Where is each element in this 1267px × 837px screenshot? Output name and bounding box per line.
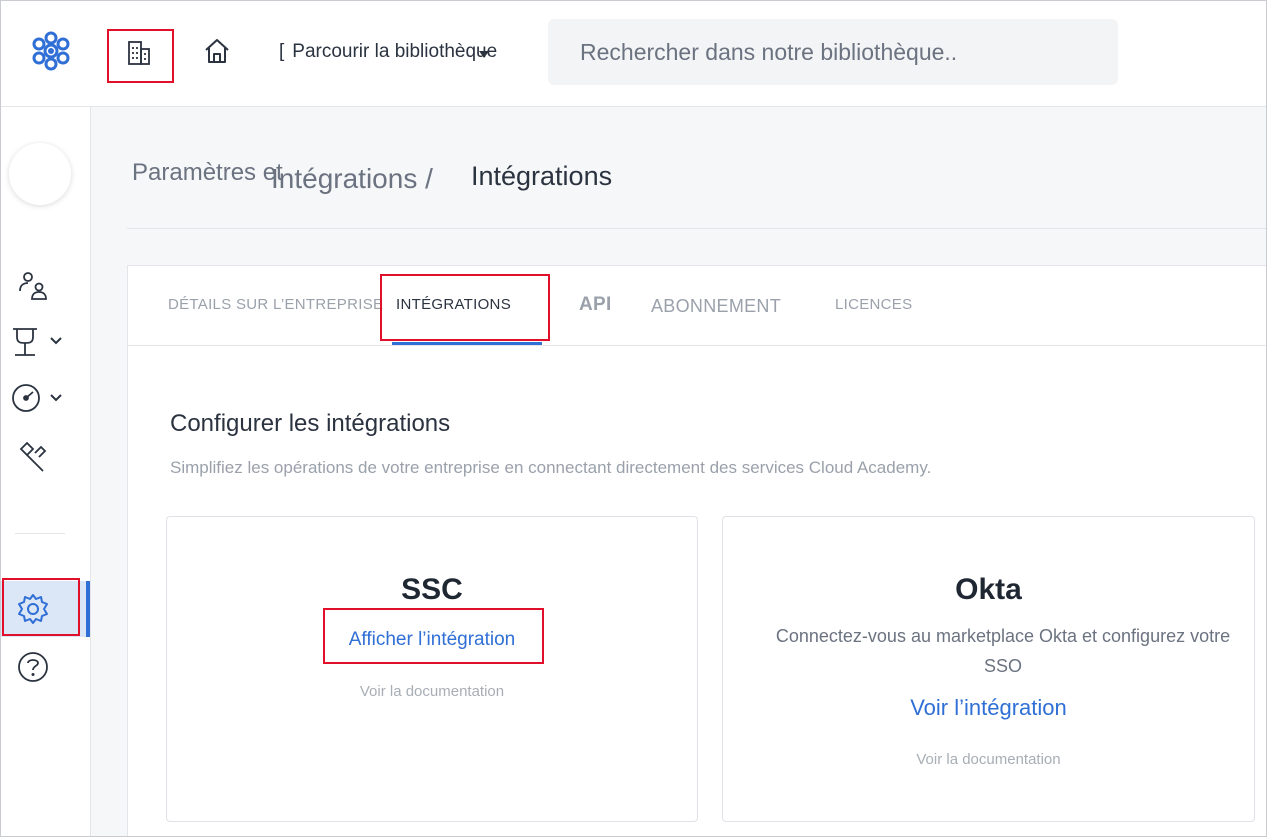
tab-api[interactable]: API (579, 294, 612, 316)
gear-icon[interactable] (17, 593, 49, 625)
chevron-down-icon (479, 51, 489, 58)
tab-company-details[interactable]: DÉTAILS SUR L’ENTREPRISE (168, 296, 383, 313)
avatar[interactable] (9, 143, 71, 205)
breadcrumb-parent[interactable]: Paramètres et (132, 159, 283, 187)
browse-library-menu[interactable]: [ Parcourir la bibliothèque (279, 41, 497, 63)
dashboard-menu[interactable] (11, 383, 63, 413)
bracket-glyph: [ (279, 41, 285, 62)
tab-integrations[interactable]: INTÉGRATIONS (396, 296, 511, 313)
section-title: Configurer les intégrations (170, 410, 451, 437)
tab-bar: DÉTAILS SUR L’ENTREPRISE INTÉGRATIONS AP… (128, 266, 1266, 346)
building-icon[interactable] (123, 37, 155, 69)
tab-subscription[interactable]: ABONNEMENT (651, 296, 781, 317)
active-tab-indicator (392, 342, 542, 345)
users-icon[interactable] (17, 269, 49, 301)
card-title-okta: Okta (955, 573, 1022, 606)
help-icon[interactable] (17, 651, 49, 683)
card-description-okta: Connectez-vous au marketplace Okta et co… (775, 626, 1231, 676)
integration-card-ssc: SSC Afficher l’intégration Voir la docum… (166, 516, 698, 822)
tab-licenses[interactable]: LICENCES (835, 296, 912, 313)
sidebar (1, 107, 91, 836)
tools-icon[interactable] (17, 441, 49, 473)
dashboard-icon (12, 384, 40, 412)
chevron-down-icon (50, 337, 62, 345)
sidebar-divider (15, 533, 65, 534)
page-title: Intégrations (471, 161, 613, 191)
content-icon (13, 328, 37, 356)
logo-icon[interactable] (29, 29, 73, 73)
breadcrumb-overlap: Intégrations / (271, 163, 433, 194)
top-bar: [ Parcourir la bibliothèque (1, 1, 1266, 107)
home-icon[interactable] (201, 35, 233, 67)
documentation-link-okta[interactable]: Voir la documentation (723, 751, 1254, 768)
header-divider (127, 228, 1266, 229)
chevron-down-icon (50, 394, 62, 402)
content-menu[interactable] (11, 325, 63, 357)
section-subtitle: Simplifiez les opérations de votre entre… (170, 458, 932, 477)
integration-card-okta: Okta Connectez-vous au marketplace Okta … (722, 516, 1255, 822)
search-input[interactable] (548, 19, 1118, 85)
main-content: Paramètres et Intégrations / Intégration… (91, 107, 1266, 836)
browse-label: Parcourir la bibliothèque (292, 41, 498, 62)
card-title-ssc: SSC (401, 573, 463, 606)
app-window: [ Parcourir la bibliothèque Rechercher da… (0, 0, 1267, 837)
view-integration-link-ssc[interactable]: Afficher l’intégration (167, 629, 697, 651)
view-integration-link-okta[interactable]: Voir l’intégration (723, 695, 1254, 721)
documentation-link-ssc[interactable]: Voir la documentation (167, 683, 697, 700)
settings-panel: DÉTAILS SUR L’ENTREPRISE INTÉGRATIONS AP… (127, 265, 1266, 836)
